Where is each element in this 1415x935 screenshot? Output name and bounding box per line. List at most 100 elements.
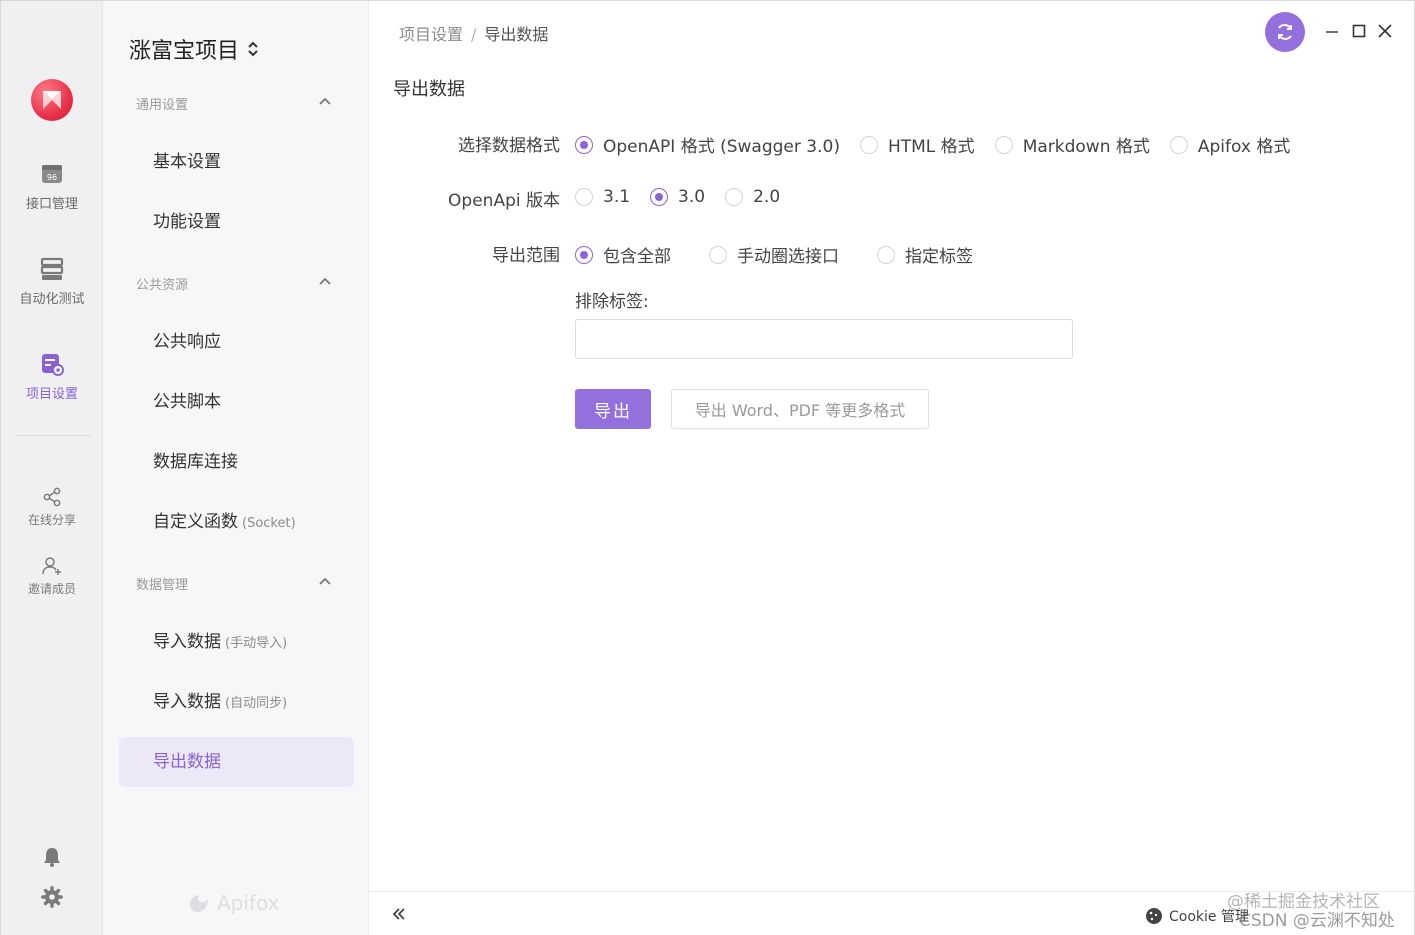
radio-label: 手动圈选接口 xyxy=(737,247,839,267)
project-name: 涨富宝项目 xyxy=(129,39,240,64)
format-option-openapi[interactable]: OpenAPI 格式 (Swagger 3.0) xyxy=(575,132,840,157)
format-option-apifox[interactable]: Apifox 格式 xyxy=(1169,132,1291,157)
breadcrumb-current: 导出数据 xyxy=(484,25,549,44)
sidebar-item-sublabel: (自动同步) xyxy=(225,696,288,711)
format-option-html[interactable]: HTML 格式 xyxy=(859,132,975,157)
rail-item-api[interactable]: 96 接口管理 xyxy=(1,161,103,212)
radio-label: Apifox 格式 xyxy=(1197,137,1291,157)
rail-item-label: 接口管理 xyxy=(25,197,78,212)
exclude-tags-input[interactable] xyxy=(575,319,1073,359)
bell-icon[interactable] xyxy=(41,846,63,868)
more-formats-button[interactable]: 导出 Word、PDF 等更多格式 xyxy=(671,389,929,429)
chevron-up-icon[interactable] xyxy=(319,96,331,108)
sidebar-item-label: 导出数据 xyxy=(153,752,221,772)
radio-dot[interactable] xyxy=(575,135,593,154)
sidebar-item-db-connection[interactable]: 数据库连接 xyxy=(119,437,354,487)
footer-brand-label: Apifox xyxy=(217,891,280,915)
version-option-3-0[interactable]: 3.0 xyxy=(650,187,705,207)
radio-dot[interactable] xyxy=(650,188,669,206)
radio-dot[interactable] xyxy=(709,245,727,264)
radio-label: 3.0 xyxy=(678,187,706,207)
group-label-general: 通用设置 xyxy=(136,98,189,113)
radio-dot[interactable] xyxy=(575,188,593,206)
chevron-updown-icon xyxy=(248,41,258,57)
watermark-csdn: CSDN @云渊不知处 xyxy=(1239,911,1395,931)
rail-item-label: 自动化测试 xyxy=(19,292,85,307)
version-label: OpenApi 版本 xyxy=(448,191,560,211)
rail-item-label: 邀请成员 xyxy=(27,582,76,596)
sidebar-item-export-data[interactable]: 导出数据 xyxy=(119,737,354,787)
scope-option-all[interactable]: 包含全部 xyxy=(575,242,671,267)
version-option-3-1[interactable]: 3.1 xyxy=(575,187,630,207)
radio-label: HTML 格式 xyxy=(887,137,975,157)
radio-dot[interactable] xyxy=(994,135,1013,154)
version-option-2-0[interactable]: 2.0 xyxy=(725,187,780,207)
format-label: 选择数据格式 xyxy=(458,136,560,156)
sidebar-item-sublabel: (手动导入) xyxy=(225,636,288,651)
chevron-up-icon[interactable] xyxy=(319,576,331,588)
radio-label: 包含全部 xyxy=(603,247,671,267)
maximize-icon[interactable] xyxy=(1351,23,1367,39)
share-icon xyxy=(43,487,61,507)
sidebar-item-custom-function[interactable]: 自定义函数 (Socket) xyxy=(119,497,354,547)
sidebar-item-label: 公共响应 xyxy=(153,332,221,352)
sidebar-item-label: 功能设置 xyxy=(153,212,221,232)
version-radio-group: 3.1 3.0 2.0 xyxy=(575,187,800,207)
export-button[interactable]: 导出 xyxy=(575,389,651,429)
sidebar-item-label: 公共脚本 xyxy=(153,392,221,412)
chevron-up-icon[interactable] xyxy=(319,276,331,288)
scope-option-manual[interactable]: 手动圈选接口 xyxy=(709,242,839,267)
breadcrumb: 项目设置 / 导出数据 xyxy=(399,21,548,45)
rail-item-label: 项目设置 xyxy=(25,387,78,402)
rail-item-project-settings[interactable]: 项目设置 xyxy=(1,351,103,402)
rail-item-invite[interactable]: 邀请成员 xyxy=(1,555,103,597)
sync-icon xyxy=(1278,24,1292,40)
sidebar-item-public-response[interactable]: 公共响应 xyxy=(119,317,354,367)
sidebar-item-import-manual[interactable]: 导入数据 (手动导入) xyxy=(119,617,354,667)
settings-sidebar: 涨富宝项目 通用设置 基本设置 功能设置 公共资源 公共响应 公共脚本 数据库连… xyxy=(103,1,369,935)
sidebar-footer-brand: Apifox xyxy=(187,891,279,915)
sidebar-item-import-auto[interactable]: 导入数据 (自动同步) xyxy=(119,677,354,727)
exclude-tags-label: 排除标签: xyxy=(575,292,649,312)
sidebar-item-label: 基本设置 xyxy=(153,152,221,172)
sidebar-item-sublabel: (Socket) xyxy=(242,516,296,531)
sidebar-item-basic-settings[interactable]: 基本设置 xyxy=(119,137,354,187)
rail-item-automation[interactable]: 自动化测试 xyxy=(1,256,103,307)
apifox-logo-icon xyxy=(190,895,208,912)
scope-option-tags[interactable]: 指定标签 xyxy=(877,242,973,267)
radio-label: Markdown 格式 xyxy=(1022,137,1150,157)
breadcrumb-separator: / xyxy=(471,25,477,44)
scope-radio-group: 包含全部 手动圈选接口 指定标签 xyxy=(575,242,993,267)
project-settings-icon xyxy=(42,354,64,376)
rail-item-share[interactable]: 在线分享 xyxy=(1,486,103,528)
scope-label: 导出范围 xyxy=(492,246,560,266)
logo-icon xyxy=(43,91,61,109)
format-option-markdown[interactable]: Markdown 格式 xyxy=(994,132,1150,157)
invite-user-icon xyxy=(42,557,61,575)
sidebar-item-feature-settings[interactable]: 功能设置 xyxy=(119,197,354,247)
sidebar-item-public-script[interactable]: 公共脚本 xyxy=(119,377,354,427)
close-icon[interactable] xyxy=(1377,23,1393,39)
page-title: 导出数据 xyxy=(393,79,465,100)
sidebar-item-label: 导入数据 xyxy=(153,632,221,652)
radio-dot[interactable] xyxy=(859,135,878,154)
sidebar-item-label: 自定义函数 xyxy=(153,512,238,532)
radio-dot[interactable] xyxy=(725,188,744,206)
cookie-icon xyxy=(1146,908,1162,924)
group-label-public-resources: 公共资源 xyxy=(136,278,189,293)
collapse-sidebar-icon[interactable] xyxy=(391,906,407,922)
project-switcher[interactable]: 涨富宝项目 xyxy=(129,33,259,65)
radio-dot[interactable] xyxy=(1169,135,1188,154)
radio-dot[interactable] xyxy=(877,245,895,264)
sync-button[interactable] xyxy=(1265,12,1305,52)
breadcrumb-parent[interactable]: 项目设置 xyxy=(399,25,463,44)
radio-label: OpenAPI 格式 (Swagger 3.0) xyxy=(603,137,840,157)
sidebar-item-label: 数据库连接 xyxy=(153,452,238,472)
sidebar-item-label: 导入数据 xyxy=(153,692,221,712)
format-radio-group: OpenAPI 格式 (Swagger 3.0) HTML 格式 Markdow… xyxy=(575,132,1310,157)
radio-label: 指定标签 xyxy=(905,247,973,267)
minimize-icon[interactable] xyxy=(1324,23,1340,39)
radio-dot[interactable] xyxy=(575,245,593,264)
gear-icon[interactable] xyxy=(41,886,63,908)
app-logo[interactable] xyxy=(31,79,73,121)
